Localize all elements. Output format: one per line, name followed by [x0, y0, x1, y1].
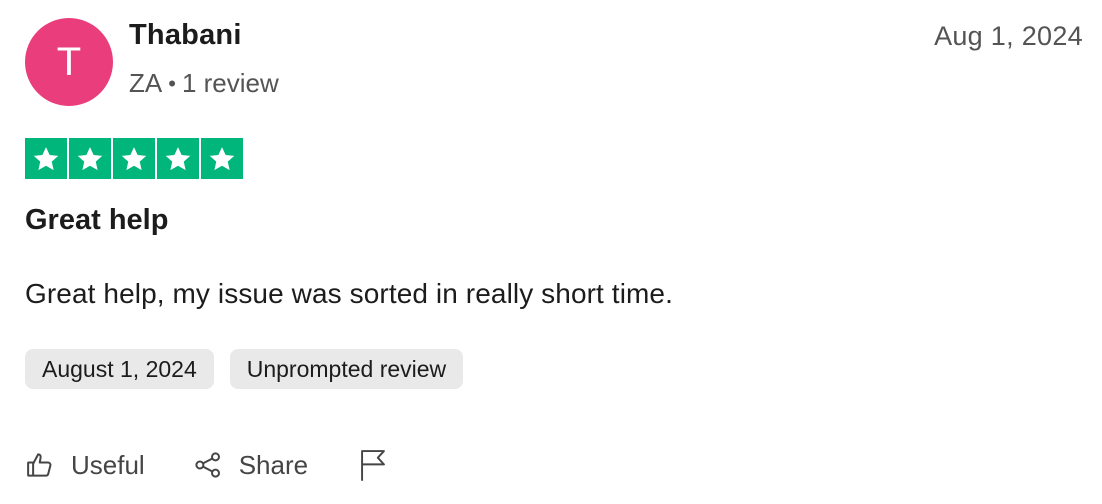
review-tags: August 1, 2024 Unprompted review [25, 349, 464, 389]
report-button[interactable] [358, 448, 388, 482]
reviewer-country: ZA [129, 68, 163, 98]
meta-separator: • [168, 70, 176, 96]
reviewer-name[interactable]: Thabani [129, 19, 242, 52]
reviewer-meta: ZA • 1 review [129, 68, 279, 99]
reviewer-review-count: 1 review [181, 68, 279, 98]
star-rating [25, 138, 243, 179]
avatar-initial: T [56, 40, 82, 84]
star-icon [157, 138, 199, 179]
review-card: T Thabani ZA • 1 review Aug 1, 2024 Grea… [0, 0, 1102, 504]
star-icon [113, 138, 155, 179]
share-label: Share [238, 449, 309, 480]
share-icon [193, 450, 223, 480]
flag-icon [358, 448, 388, 482]
unprompted-review-tag[interactable]: Unprompted review [229, 349, 464, 389]
avatar[interactable]: T [25, 18, 113, 106]
review-date: Aug 1, 2024 [934, 21, 1083, 51]
review-body: Great help, my issue was sorted in reall… [25, 278, 673, 309]
star-icon [25, 138, 67, 179]
useful-button[interactable]: Useful [25, 450, 145, 481]
thumbs-up-icon [25, 450, 55, 480]
share-button[interactable]: Share [193, 450, 308, 481]
useful-label: Useful [71, 449, 145, 480]
star-icon [201, 138, 243, 179]
review-title[interactable]: Great help [25, 204, 168, 237]
review-actions: Useful Share [25, 448, 388, 482]
experience-date-tag: August 1, 2024 [25, 349, 214, 389]
star-icon [69, 138, 111, 179]
